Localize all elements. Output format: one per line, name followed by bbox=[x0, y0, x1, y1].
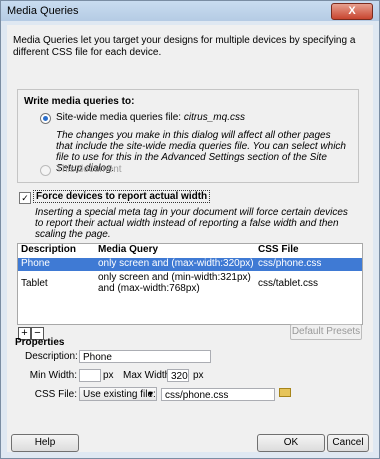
sitewide-label-prefix: Site-wide media queries file: bbox=[56, 112, 182, 123]
force-width-checkbox[interactable]: ✓ bbox=[19, 192, 31, 204]
min-width-label: Min Width: bbox=[29, 370, 77, 381]
properties-title: Properties bbox=[15, 337, 65, 348]
intro-text: Media Queries let you target your design… bbox=[13, 35, 356, 58]
table-row[interactable]: Tablet only screen and (min-width:321px)… bbox=[18, 272, 362, 296]
force-width-note: Inserting a special meta tag in your doc… bbox=[35, 207, 348, 240]
force-width-label[interactable]: Force devices to report actual width bbox=[33, 190, 211, 203]
folder-icon[interactable] bbox=[279, 388, 291, 397]
row-media-query: only screen and (max-width:320px) bbox=[98, 258, 254, 269]
this-document-label: This document bbox=[56, 164, 122, 175]
css-file-mode-select[interactable]: Use existing file: ▾ bbox=[79, 387, 157, 401]
description-field[interactable]: Phone bbox=[79, 350, 211, 363]
css-file-mode-value: Use existing file: bbox=[83, 389, 156, 400]
row-css-file: css/phone.css bbox=[258, 258, 322, 269]
row-description: Tablet bbox=[21, 278, 48, 289]
title-bar[interactable]: Media Queries X bbox=[1, 1, 379, 21]
help-button[interactable]: Help bbox=[11, 434, 79, 452]
this-document-radio[interactable] bbox=[40, 165, 51, 176]
window-title: Media Queries bbox=[7, 5, 79, 17]
header-css-file[interactable]: CSS File bbox=[258, 244, 299, 255]
max-width-label: Max Width: bbox=[123, 370, 174, 381]
row-media-query: only screen and (min-width:321px) and (m… bbox=[98, 272, 251, 294]
min-width-unit: px bbox=[103, 370, 114, 381]
media-query-table: Description Media Query CSS File Phone o… bbox=[17, 243, 363, 325]
chevron-down-icon: ▾ bbox=[147, 389, 153, 400]
default-presets-button[interactable]: Default Presets bbox=[290, 324, 362, 340]
max-width-field[interactable]: 320 bbox=[167, 369, 189, 382]
sitewide-radio[interactable] bbox=[40, 113, 51, 124]
css-file-path-field[interactable]: css/phone.css bbox=[161, 388, 275, 401]
description-label: Description: bbox=[25, 351, 78, 362]
sitewide-file-name: citrus_mq.css bbox=[183, 112, 245, 123]
max-width-unit: px bbox=[193, 370, 204, 381]
dialog-body: Media Queries let you target your design… bbox=[7, 25, 373, 452]
min-width-field[interactable] bbox=[79, 369, 101, 382]
ok-button[interactable]: OK bbox=[257, 434, 325, 452]
row-description: Phone bbox=[21, 258, 50, 269]
write-media-queries-group: Write media queries to: Site-wide media … bbox=[17, 89, 359, 183]
row-css-file: css/tablet.css bbox=[258, 278, 319, 289]
cancel-button[interactable]: Cancel bbox=[327, 434, 369, 452]
media-queries-dialog: Media Queries X Media Queries let you ta… bbox=[0, 0, 380, 459]
table-header: Description Media Query CSS File bbox=[18, 244, 362, 258]
sitewide-radio-label[interactable]: Site-wide media queries file: citrus_mq.… bbox=[56, 112, 245, 123]
close-button[interactable]: X bbox=[331, 3, 373, 20]
header-description[interactable]: Description bbox=[21, 244, 76, 255]
group-title: Write media queries to: bbox=[24, 96, 135, 107]
header-media-query[interactable]: Media Query bbox=[98, 244, 158, 255]
css-file-label: CSS File: bbox=[34, 389, 77, 400]
table-row[interactable]: Phone only screen and (max-width:320px) … bbox=[18, 258, 362, 271]
